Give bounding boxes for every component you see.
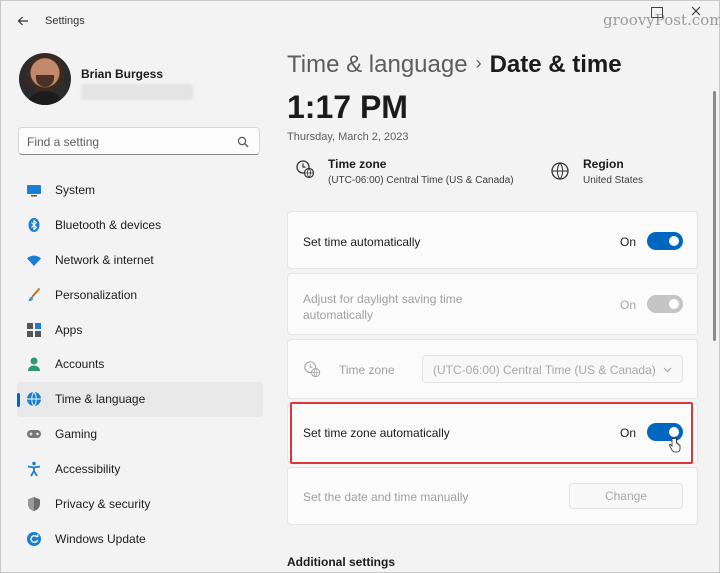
sidebar-item-network[interactable]: Network & internet: [17, 243, 263, 278]
brush-icon: [28, 287, 41, 302]
change-button[interactable]: Change: [569, 483, 683, 509]
page-title: Date & time: [489, 51, 622, 78]
system-icon: [27, 185, 41, 197]
sidebar-item-personalization[interactable]: Personalization: [17, 278, 263, 313]
time-zone-dropdown[interactable]: (UTC-06:00) Central Time (US & Canada): [422, 355, 683, 383]
time-zone-title: Time zone: [328, 157, 387, 171]
chevron-down-icon: [663, 362, 672, 377]
wifi-icon: [27, 255, 41, 266]
region-value: United States: [583, 175, 644, 186]
title-bar: Settings groovyPost.com: [1, 1, 720, 41]
region-title: Region: [583, 157, 624, 171]
accessibility-icon: [27, 461, 41, 477]
maximize-button[interactable]: [651, 7, 663, 18]
back-arrow-icon: [17, 16, 28, 26]
highlight-box: [290, 402, 693, 464]
settings-window: Settings groovyPost.com Brian Burgess Sy…: [0, 0, 720, 573]
sidebar-nav: System Bluetooth & devices Network & int…: [17, 173, 263, 557]
sidebar-item-privacy-security[interactable]: Privacy & security: [17, 487, 263, 522]
sidebar-item-accessibility[interactable]: Accessibility: [17, 452, 263, 487]
breadcrumb: Time & language › Date & time: [287, 51, 622, 79]
back-button[interactable]: [13, 11, 33, 31]
time-zone-value: (UTC-06:00) Central Time (US & Canada): [328, 175, 514, 186]
sidebar-item-label: Accessibility: [55, 462, 121, 477]
daylight-saving-card: Adjust for daylight saving time automati…: [287, 273, 698, 335]
time-zone-selected-value: (UTC-06:00) Central Time (US & Canada): [433, 363, 656, 377]
sidebar-item-label: Accounts: [55, 357, 105, 372]
mouse-cursor-icon: [669, 437, 681, 453]
profile-name: Brian Burgess: [81, 67, 164, 81]
set-time-automatically-state: On: [619, 235, 636, 249]
sidebar-item-time-language[interactable]: Time & language: [17, 382, 263, 418]
daylight-saving-state: On: [619, 298, 636, 312]
sidebar-item-label: Windows Update: [55, 531, 146, 546]
sidebar-item-accounts[interactable]: Accounts: [17, 347, 263, 382]
sidebar-item-bluetooth[interactable]: Bluetooth & devices: [17, 208, 263, 243]
sidebar-item-gaming[interactable]: Gaming: [17, 417, 263, 452]
sidebar-item-label: Bluetooth & devices: [55, 217, 162, 232]
globe-icon: [551, 162, 569, 180]
time-zone-label: Time zone: [339, 363, 395, 377]
bluetooth-icon: [28, 217, 40, 232]
current-time: 1:17 PM: [287, 89, 408, 125]
time-language-icon: [27, 392, 41, 407]
set-time-automatically-card: Set time automatically On: [287, 211, 698, 269]
profile-email-redacted: [81, 84, 193, 100]
search-input[interactable]: [27, 134, 227, 150]
app-title: Settings: [45, 15, 85, 27]
additional-settings-heading: Additional settings: [287, 555, 395, 569]
daylight-saving-toggle[interactable]: [647, 295, 683, 313]
time-zone-icon: [296, 160, 315, 179]
close-icon: [691, 6, 701, 16]
sidebar-item-label: System: [55, 183, 96, 197]
sidebar-item-system[interactable]: System: [17, 173, 263, 208]
set-date-time-manually-label: Set the date and time manually: [303, 490, 469, 504]
time-zone-icon: [304, 361, 321, 378]
sidebar-item-label: Apps: [55, 322, 83, 337]
set-time-automatically-toggle[interactable]: [647, 232, 683, 250]
set-time-automatically-label: Set time automatically: [303, 235, 421, 249]
sidebar-item-windows-update[interactable]: Windows Update: [17, 522, 263, 557]
sidebar-item-label: Network & internet: [55, 252, 154, 267]
search-icon[interactable]: [237, 136, 249, 148]
apps-icon: [27, 322, 41, 337]
breadcrumb-parent[interactable]: Time & language: [287, 51, 468, 78]
sidebar-item-label: Gaming: [55, 427, 98, 442]
sidebar-item-apps[interactable]: Apps: [17, 313, 263, 348]
sidebar-item-label: Personalization: [55, 287, 138, 302]
search-box[interactable]: [18, 127, 260, 155]
scrollbar[interactable]: [713, 91, 716, 341]
accounts-icon: [28, 357, 40, 372]
avatar[interactable]: [19, 53, 71, 105]
sidebar-item-label: Privacy & security: [55, 497, 151, 512]
gamepad-icon: [27, 430, 41, 439]
close-button[interactable]: [691, 4, 701, 19]
shield-icon: [28, 497, 40, 512]
breadcrumb-separator: ›: [475, 53, 482, 73]
daylight-saving-label: Adjust for daylight saving time automati…: [303, 292, 463, 322]
current-date: Thursday, March 2, 2023: [287, 131, 409, 143]
update-icon: [27, 531, 41, 546]
sidebar-item-label: Time & language: [55, 392, 146, 407]
